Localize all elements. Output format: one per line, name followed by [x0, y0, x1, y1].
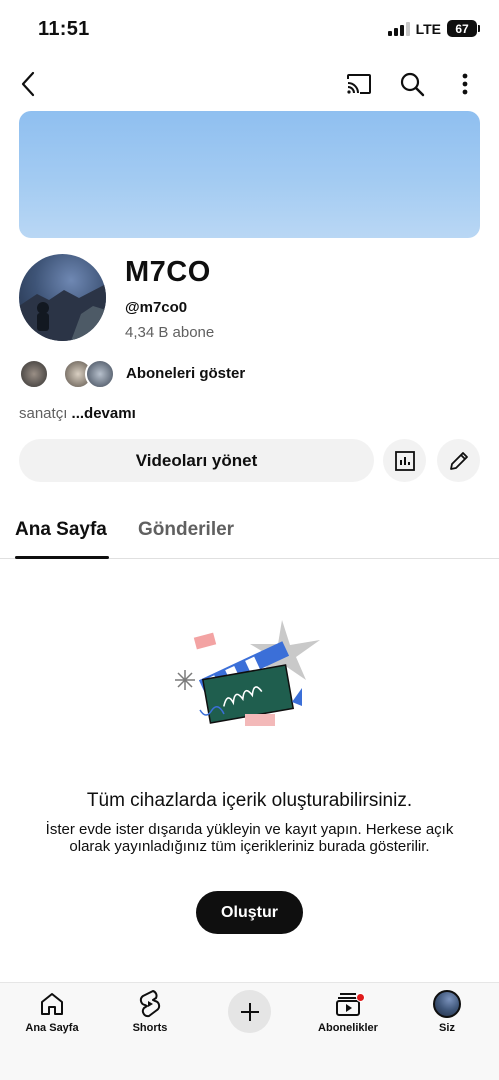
network-type: LTE — [415, 20, 441, 37]
channel-description[interactable]: sanatçı ...devamı — [19, 405, 136, 422]
pencil-icon — [449, 451, 468, 470]
channel-banner — [19, 111, 480, 238]
top-nav — [0, 62, 499, 106]
subscriber-avatars[interactable] — [19, 358, 115, 390]
more-link[interactable]: ...devamı — [72, 405, 136, 422]
empty-state-description: İster evde ister dışarıda yükleyin ve ka… — [45, 821, 454, 855]
nav-subscriptions-label: Abonelikler — [318, 1022, 378, 1034]
analytics-icon — [394, 450, 415, 471]
channel-avatar[interactable] — [19, 254, 106, 341]
you-avatar-wrap — [432, 989, 462, 1019]
analytics-button[interactable] — [383, 439, 426, 482]
nav-you[interactable]: Siz — [402, 989, 492, 1034]
status-indicators: LTE 67 — [387, 20, 480, 37]
bottom-nav: Ana Sayfa Shorts Abonelikler Siz — [0, 982, 499, 1080]
signal-icon — [387, 21, 410, 36]
empty-state-title: Tüm cihazlarda içerik oluşturabilirsiniz… — [86, 790, 413, 811]
battery-icon: 67 — [447, 20, 480, 37]
home-icon — [37, 989, 67, 1019]
status-time: 11:51 — [38, 18, 90, 40]
back-button[interactable] — [13, 68, 45, 100]
edit-channel-button[interactable] — [437, 439, 480, 482]
more-vertical-icon — [462, 73, 468, 95]
create-button[interactable]: Oluştur — [196, 891, 303, 934]
subscriber-avatar — [19, 359, 49, 389]
tab-posts[interactable]: Gönderiler — [138, 519, 234, 541]
nav-shorts-label: Shorts — [132, 1022, 168, 1034]
plus-icon — [240, 1002, 259, 1021]
search-icon — [400, 72, 425, 97]
nav-create-button[interactable] — [228, 990, 271, 1033]
nav-subscriptions[interactable]: Abonelikler — [303, 989, 393, 1034]
nav-home[interactable]: Ana Sayfa — [7, 989, 97, 1034]
nav-shorts[interactable]: Shorts — [105, 989, 195, 1034]
avatar — [433, 990, 461, 1018]
channel-name: M7CO — [125, 256, 211, 288]
clapperboard-illustration — [175, 620, 320, 726]
avatar-image — [19, 284, 106, 341]
cast-button[interactable] — [343, 68, 375, 100]
show-subscribers-link[interactable]: Aboneleri göster — [126, 365, 245, 382]
channel-tabs: Ana Sayfa Gönderiler — [0, 505, 499, 559]
back-arrow-icon — [21, 71, 35, 97]
battery-level: 67 — [455, 21, 469, 36]
cast-icon — [347, 74, 371, 94]
description-text: sanatçı — [19, 405, 68, 422]
tab-home[interactable]: Ana Sayfa — [15, 519, 107, 541]
nav-you-label: Siz — [439, 1022, 455, 1034]
manage-videos-button[interactable]: Videoları yönet — [19, 439, 374, 482]
subscriber-avatar — [85, 359, 115, 389]
status-bar: 11:51 LTE 67 — [0, 0, 499, 60]
more-options-button[interactable] — [449, 68, 481, 100]
search-button[interactable] — [396, 68, 428, 100]
notification-dot — [356, 993, 365, 1002]
shorts-icon — [135, 989, 165, 1019]
channel-handle: @m7co0 — [125, 299, 188, 316]
subscriber-count: 4,34 B abone — [125, 324, 215, 341]
active-tab-indicator — [15, 556, 109, 559]
nav-home-label: Ana Sayfa — [25, 1022, 79, 1034]
